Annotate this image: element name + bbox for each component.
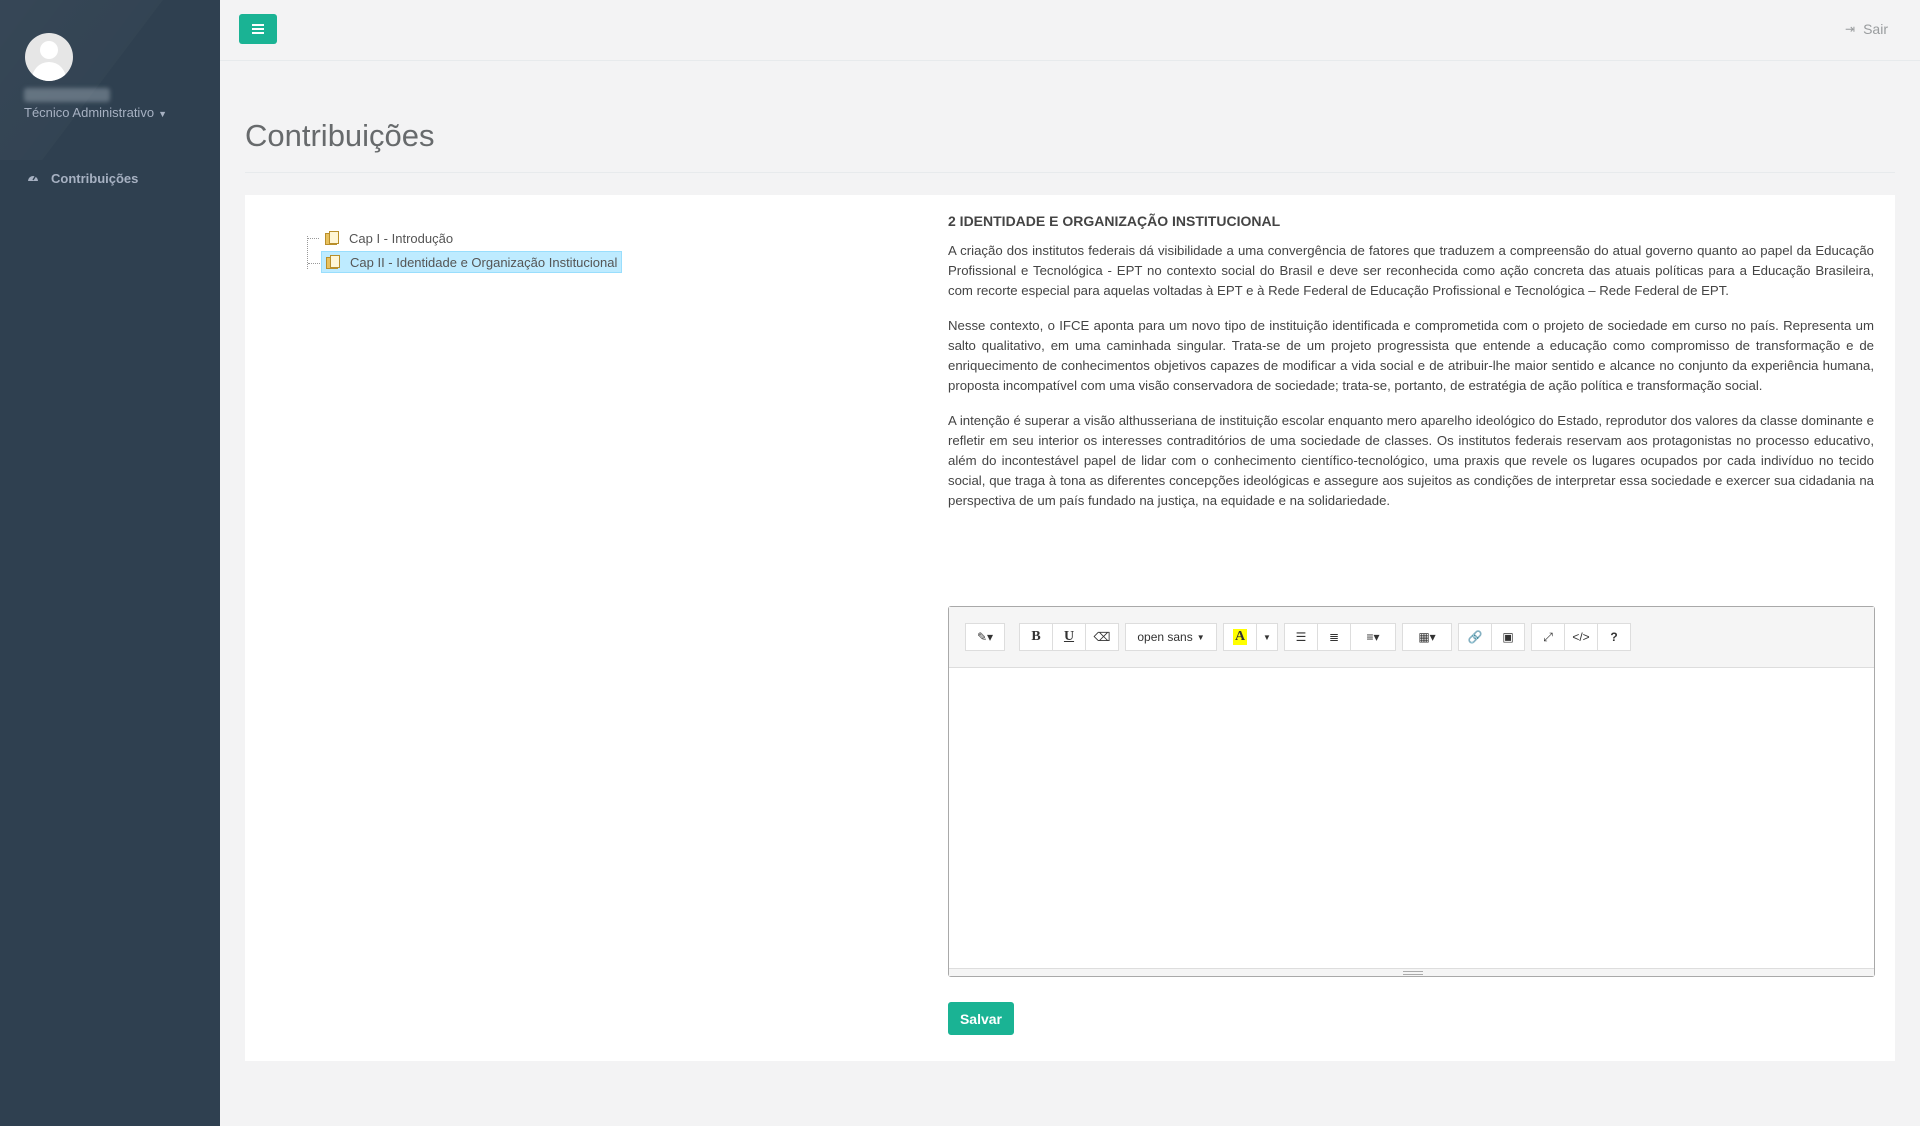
font-name-label: open sans xyxy=(1137,630,1193,644)
insert-link-button[interactable]: 🔗 xyxy=(1458,623,1492,651)
chapter-heading: 2 IDENTIDADE E ORGANIZAÇÃO INSTITUCIONAL xyxy=(948,213,1281,229)
chapter-text: 2 IDENTIDADE E ORGANIZAÇÃO INSTITUCIONAL… xyxy=(948,211,1874,526)
user-role-label: Técnico Administrativo xyxy=(24,105,155,120)
editor-toolbar: ✎▾ B U ⌫ open sans ▼ A ▼ ☰ ≣ ≡▾ ▦▾ 🔗 ▣ ⤢ … xyxy=(949,607,1874,668)
insert-image-button[interactable]: ▣ xyxy=(1491,623,1525,651)
sign-out-icon: ⇥ xyxy=(1845,22,1856,36)
image-icon: ▣ xyxy=(1502,630,1514,644)
bold-button[interactable]: B xyxy=(1019,623,1053,651)
avatar-body xyxy=(32,62,66,81)
paragraph-align-dropdown[interactable]: ≡▾ xyxy=(1350,623,1396,651)
tree-connector xyxy=(307,236,308,269)
table-dropdown-button[interactable]: ▦▾ xyxy=(1402,623,1452,651)
heading-divider xyxy=(245,172,1895,173)
caret-down-icon: ▼ xyxy=(1263,632,1271,642)
editor-content-area[interactable] xyxy=(949,668,1874,968)
magic-wand-icon: ✎▾ xyxy=(976,630,994,644)
help-button[interactable]: ? xyxy=(1597,623,1631,651)
style-dropdown-button[interactable]: ✎▾ xyxy=(965,623,1005,651)
underline-button[interactable]: U xyxy=(1052,623,1086,651)
caret-down-icon: ▼ xyxy=(1196,632,1205,642)
tree-branch-line xyxy=(307,238,319,239)
sidebar: Técnico Administrativo ▼ Contribuições xyxy=(0,0,220,1126)
editor-resize-handle[interactable] xyxy=(949,968,1874,976)
profile-area: Técnico Administrativo ▼ xyxy=(0,0,220,160)
book-icon xyxy=(325,231,341,245)
color-dropdown-button[interactable]: ▼ xyxy=(1256,623,1278,651)
bold-icon: B xyxy=(1031,629,1041,644)
code-icon: </> xyxy=(1572,630,1590,644)
rich-text-editor: ✎▾ B U ⌫ open sans ▼ A ▼ ☰ ≣ ≡▾ ▦▾ 🔗 ▣ ⤢ … xyxy=(948,606,1875,977)
content-panel: Cap I - Introdução Cap II - Identidade e… xyxy=(245,195,1895,1061)
user-name-blurred xyxy=(24,88,110,102)
fullscreen-button[interactable]: ⤢ xyxy=(1531,623,1565,651)
user-role-dropdown[interactable]: Técnico Administrativo ▼ xyxy=(24,105,167,120)
avatar-head xyxy=(40,41,58,59)
font-color-icon: A xyxy=(1232,629,1248,645)
unordered-list-icon: ☰ xyxy=(1295,630,1307,644)
save-button[interactable]: Salvar xyxy=(948,1002,1014,1035)
numbered-list-button[interactable]: ≣ xyxy=(1317,623,1351,651)
tree-node-label: Cap II - Identidade e Organização Instit… xyxy=(350,254,618,270)
text-color-button[interactable]: A xyxy=(1223,623,1257,651)
chapter-paragraph: A criação dos institutos federais dá vis… xyxy=(948,243,1874,298)
tree-branch-line xyxy=(308,263,320,264)
tree-node-label: Cap I - Introdução xyxy=(349,230,454,246)
sidebar-item-contribuicoes[interactable]: Contribuições xyxy=(0,164,220,192)
tree-node-cap-i[interactable]: Cap I - Introdução xyxy=(307,227,457,249)
underline-icon: U xyxy=(1063,629,1075,644)
resize-grip-icon xyxy=(1403,971,1423,975)
bullet-list-button[interactable]: ☰ xyxy=(1284,623,1318,651)
code-view-button[interactable]: </> xyxy=(1564,623,1598,651)
logout-label: Sair xyxy=(1863,21,1888,37)
book-icon xyxy=(326,255,342,269)
hamburger-icon xyxy=(252,24,264,34)
top-navbar: ⇥ Sair xyxy=(220,0,1920,61)
clear-format-button[interactable]: ⌫ xyxy=(1085,623,1119,651)
link-icon: 🔗 xyxy=(1467,630,1483,644)
align-left-icon: ≡▾ xyxy=(1366,630,1380,644)
expand-icon: ⤢ xyxy=(1543,629,1553,644)
ordered-list-icon: ≣ xyxy=(1328,630,1340,644)
eraser-icon: ⌫ xyxy=(1093,630,1111,644)
menu-toggle-button[interactable] xyxy=(239,14,277,44)
table-icon: ▦▾ xyxy=(1418,630,1436,644)
question-icon: ? xyxy=(1610,630,1618,644)
sidebar-item-label: Contribuições xyxy=(51,170,139,186)
chapter-paragraph: Nesse contexto, o IFCE aponta para um no… xyxy=(948,318,1874,393)
page-title: Contribuições xyxy=(245,118,435,153)
avatar[interactable] xyxy=(25,33,73,81)
caret-down-icon: ▼ xyxy=(158,109,167,119)
tree-node-cap-ii[interactable]: Cap II - Identidade e Organização Instit… xyxy=(308,251,623,273)
dashboard-icon xyxy=(28,175,38,181)
logout-link[interactable]: ⇥ Sair xyxy=(1845,21,1888,37)
font-family-dropdown[interactable]: open sans ▼ xyxy=(1125,623,1217,651)
chapter-paragraph: A intenção é superar a visão althusseria… xyxy=(948,413,1874,508)
